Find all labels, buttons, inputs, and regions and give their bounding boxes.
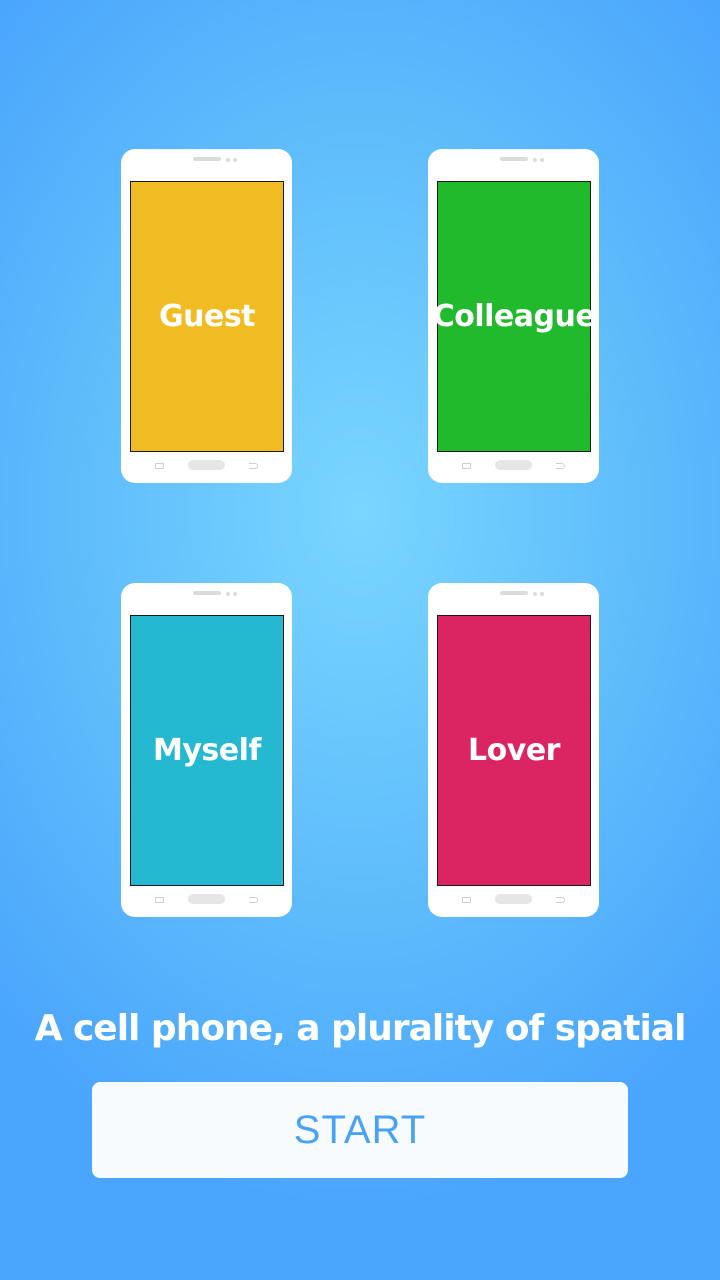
speaker-grille — [193, 591, 221, 595]
phone-label-myself: Myself — [153, 733, 261, 768]
sensor-dot — [533, 592, 537, 596]
phone-colleague[interactable]: Colleague — [428, 149, 599, 483]
phone-label-guest: Guest — [158, 299, 256, 334]
phone-label-lover: Lover — [468, 733, 560, 768]
back-icon — [556, 897, 565, 903]
sensor-dot — [233, 158, 237, 162]
start-button[interactable]: START — [92, 1082, 628, 1178]
phone-label-colleague: Colleague — [432, 299, 596, 334]
phone-screen-myself[interactable]: Myself — [130, 615, 284, 886]
recent-apps-icon — [155, 463, 164, 469]
speaker-grille — [500, 591, 528, 595]
phone-guest[interactable]: Guest — [121, 149, 292, 483]
sensor-dot — [233, 592, 237, 596]
speaker-grille — [500, 157, 528, 161]
recent-apps-icon — [155, 897, 164, 903]
sensor-dot — [540, 592, 544, 596]
home-key — [188, 460, 225, 470]
home-key — [495, 460, 532, 470]
home-key — [495, 894, 532, 904]
sensor-dot — [540, 158, 544, 162]
sensor-dot — [226, 158, 230, 162]
phone-screen-lover[interactable]: Lover — [437, 615, 591, 886]
sensor-dot — [226, 592, 230, 596]
speaker-grille — [193, 157, 221, 161]
phone-myself[interactable]: Myself — [121, 583, 292, 917]
phone-lover[interactable]: Lover — [428, 583, 599, 917]
recent-apps-icon — [462, 897, 471, 903]
phone-screen-colleague[interactable]: Colleague — [433, 181, 596, 452]
back-icon — [249, 897, 258, 903]
start-button-label: START — [293, 1107, 427, 1152]
tagline: A cell phone, a plurality of spatial — [34, 1008, 687, 1049]
sensor-dot — [533, 158, 537, 162]
back-icon — [556, 463, 565, 469]
recent-apps-icon — [462, 463, 471, 469]
back-icon — [249, 463, 258, 469]
phone-screen-guest[interactable]: Guest — [130, 181, 284, 452]
home-key — [188, 894, 225, 904]
